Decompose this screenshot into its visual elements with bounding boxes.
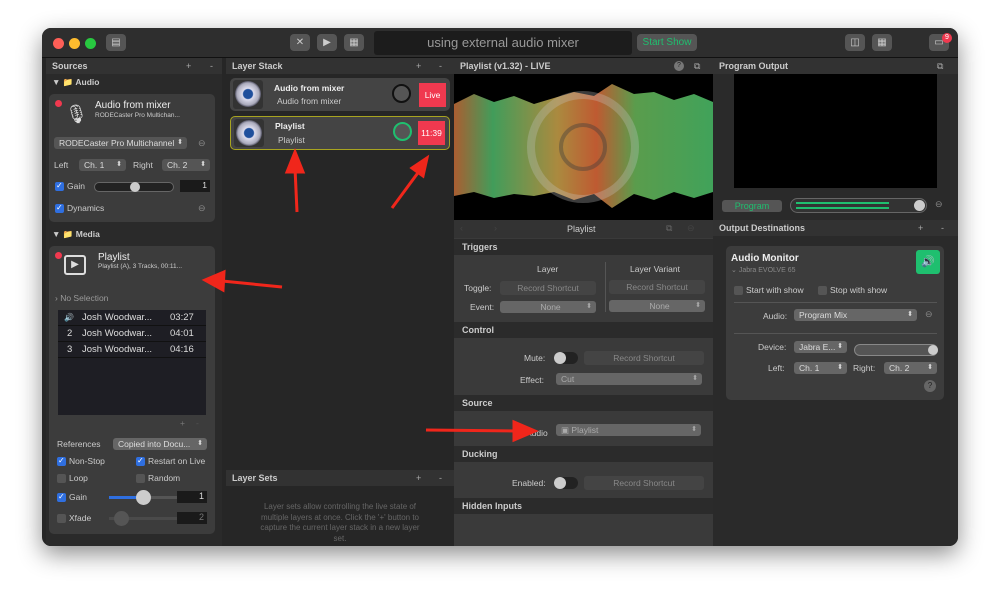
annotation-arrow (221, 279, 283, 289)
annotation-arrowhead (284, 147, 306, 174)
annotation-arrow (425, 428, 516, 433)
annotation-arrows (201, 147, 539, 443)
annotation-arrow (390, 169, 422, 209)
annotation-arrowhead (409, 154, 430, 179)
annotation-arrow (293, 167, 299, 213)
annotation-arrowhead (512, 419, 539, 443)
annotation-arrowhead (201, 269, 226, 293)
